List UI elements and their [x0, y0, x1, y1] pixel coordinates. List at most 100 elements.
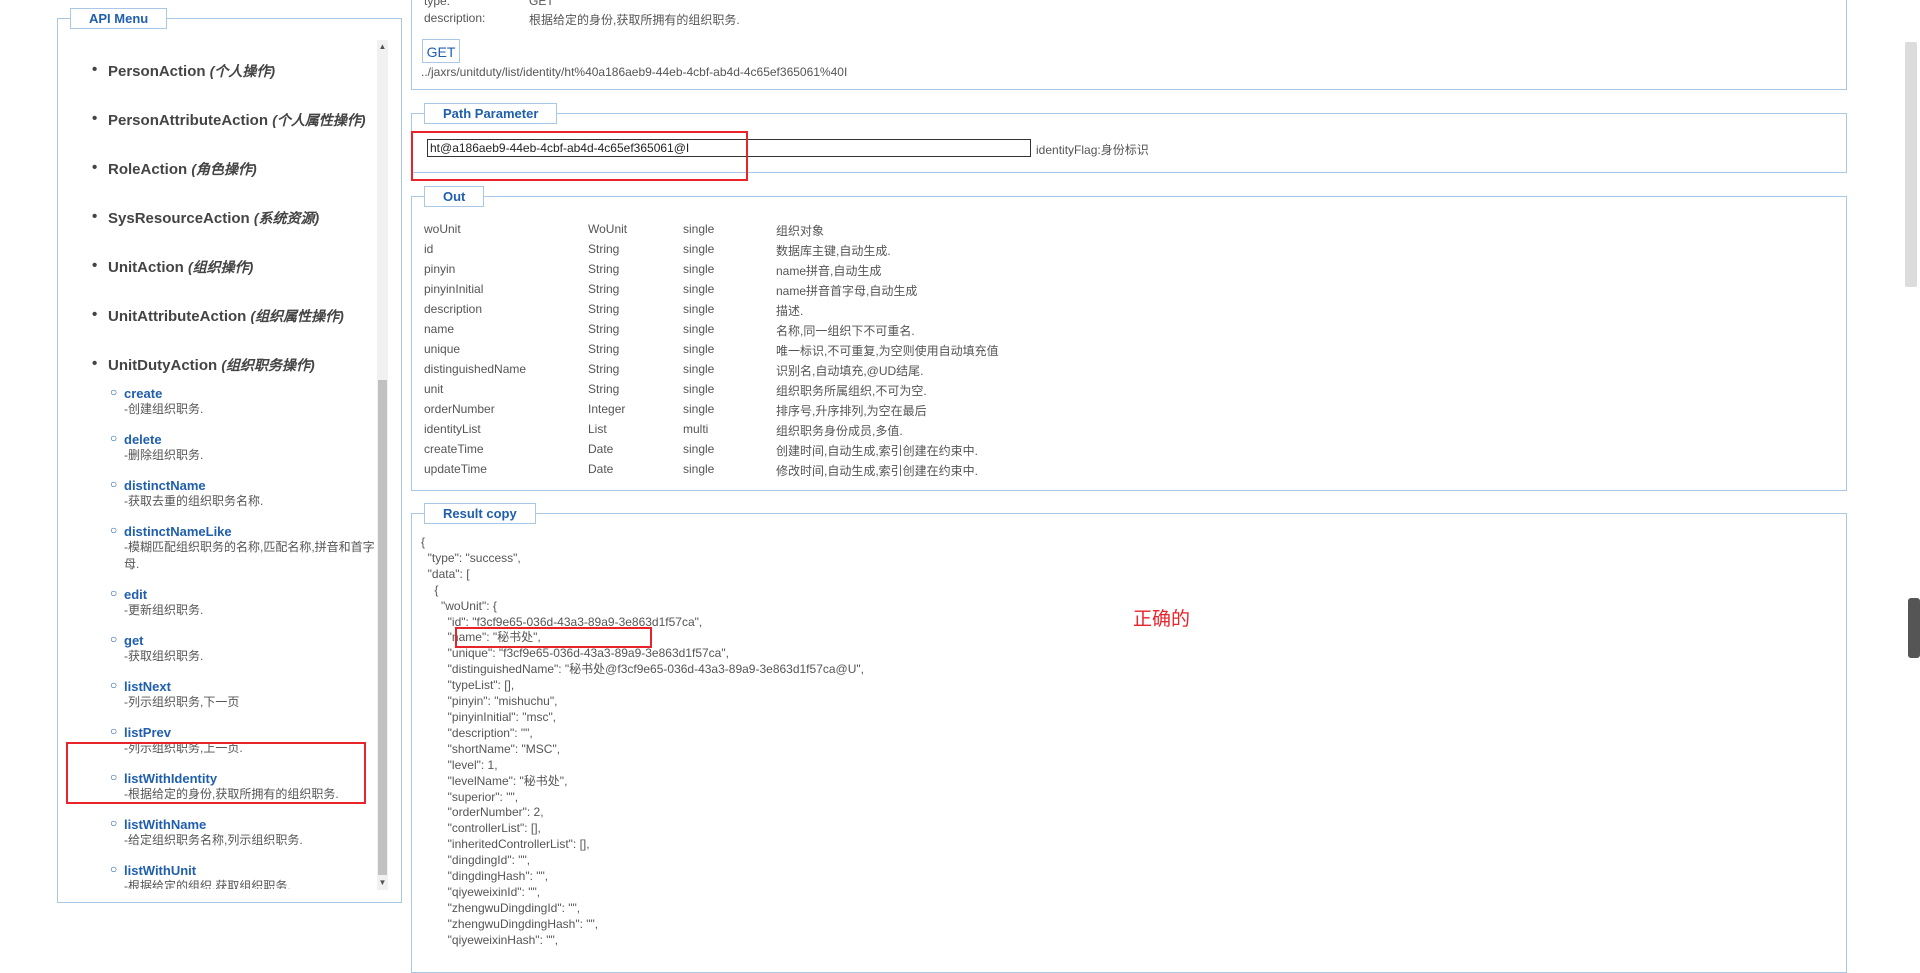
out-field-desc: 识别名,自动填充,@UD结尾.: [776, 364, 924, 378]
bullet-icon: •: [92, 159, 98, 176]
menu-item-create[interactable]: ○ create -创建组织职务.: [110, 385, 380, 418]
get-button[interactable]: GET: [422, 39, 460, 63]
bullet-icon: ○: [110, 632, 118, 646]
menu-action-unitdutyaction[interactable]: • UnitDutyAction (组织职务操作): [92, 355, 315, 375]
out-field-name: unique: [424, 342, 461, 356]
menu-item-name[interactable]: listPrev: [124, 725, 380, 740]
menu-item-name[interactable]: listNext: [124, 679, 380, 694]
menu-item-name[interactable]: delete: [124, 432, 380, 447]
out-field-type: String: [588, 362, 620, 376]
out-field-cardinality: single: [683, 302, 715, 316]
menu-item-listwithunit[interactable]: ○ listWithUnit -根据给定的组织,获取组织职务.: [110, 862, 380, 889]
bullet-icon: ○: [110, 862, 118, 876]
menu-item-edit[interactable]: ○ edit -更新组织职务.: [110, 586, 380, 619]
menu-item-desc: -获取去重的组织职务名称.: [124, 494, 264, 508]
action-name: PersonAction: [108, 63, 206, 80]
out-field-desc: 组织对象: [776, 224, 825, 238]
menu-action-unitattributeaction[interactable]: • UnitAttributeAction (组织属性操作): [92, 306, 344, 326]
action-name: SysResourceAction: [108, 210, 250, 227]
bullet-icon: ○: [110, 678, 118, 692]
menu-action-personaction[interactable]: • PersonAction (个人操作): [92, 61, 276, 81]
menu-item-name[interactable]: listWithUnit: [124, 863, 380, 878]
highlight-box-name: [455, 627, 652, 648]
menu-scrollbar[interactable]: ▲ ▼: [377, 40, 388, 890]
menu-item-desc: -获取组织职务.: [124, 649, 204, 663]
bullet-icon: •: [92, 355, 98, 372]
result-json: { "type": "success", "data": [ { "woUnit…: [421, 535, 864, 947]
out-field-cardinality: single: [683, 442, 715, 456]
menu-item-listnext[interactable]: ○ listNext -列示组织职务,下一页: [110, 678, 380, 711]
out-field-desc: 描述.: [776, 304, 804, 318]
action-cn: (个人属性操作): [272, 112, 366, 128]
out-field-type: Date: [588, 462, 614, 476]
menu-item-name[interactable]: get: [124, 633, 380, 648]
page-scrollbar-thumb[interactable]: [1905, 42, 1917, 287]
out-field-cardinality: single: [683, 262, 715, 276]
menu-item-listwithname[interactable]: ○ listWithName -给定组织职务名称,列示组织职务.: [110, 816, 380, 849]
menu-action-roleaction[interactable]: • RoleAction (角色操作): [92, 159, 257, 179]
highlight-box-input: [411, 131, 748, 181]
out-field-cardinality: single: [683, 342, 715, 356]
out-field-desc: 排序号,升序排列,为空在最后: [776, 404, 927, 418]
out-field-name: createTime: [424, 442, 484, 456]
out-field-cardinality: single: [683, 282, 715, 296]
menu-item-desc: -更新组织职务.: [124, 603, 204, 617]
out-field-name: distinguishedName: [424, 362, 527, 376]
menu-scrollbar-thumb[interactable]: [378, 380, 387, 875]
out-field-desc: 组织职务所属组织,不可为空.: [776, 384, 927, 398]
menu-item-name[interactable]: distinctNameLike: [124, 524, 380, 539]
type-value: GET: [529, 0, 554, 8]
action-name: PersonAttributeAction: [108, 112, 269, 129]
out-field-name: pinyin: [424, 262, 456, 276]
action-name: UnitAction: [108, 259, 184, 276]
bullet-icon: •: [92, 208, 98, 225]
out-field-name: identityList: [424, 422, 481, 436]
description-label: description:: [424, 11, 486, 25]
out-field-name: pinyinInitial: [424, 282, 484, 296]
menu-item-name[interactable]: distinctName: [124, 478, 380, 493]
out-field-cardinality: single: [683, 322, 715, 336]
bullet-icon: ○: [110, 523, 118, 537]
action-cn: (个人操作): [209, 63, 276, 79]
menu-item-desc: -给定组织职务名称,列示组织职务.: [124, 833, 303, 847]
side-handle[interactable]: [1908, 598, 1920, 658]
menu-item-desc: -删除组织职务.: [124, 448, 204, 462]
out-field-type: WoUnit: [588, 222, 628, 236]
out-title: Out: [424, 186, 485, 207]
scroll-up-arrow-icon[interactable]: ▲: [377, 42, 388, 52]
menu-action-unitaction[interactable]: • UnitAction (组织操作): [92, 257, 253, 277]
menu-action-sysresourceaction[interactable]: • SysResourceAction (系统资源): [92, 208, 320, 228]
menu-action-personattributeaction[interactable]: • PersonAttributeAction (个人属性操作): [92, 110, 366, 130]
action-cn: (组织职务操作): [221, 357, 315, 373]
menu-item-delete[interactable]: ○ delete -删除组织职务.: [110, 431, 380, 464]
action-name: UnitAttributeAction: [108, 308, 247, 325]
out-field-cardinality: single: [683, 462, 715, 476]
result-copy-title[interactable]: Result copy: [424, 503, 536, 524]
out-field-cardinality: single: [683, 242, 715, 256]
bullet-icon: •: [92, 257, 98, 274]
out-field-cardinality: multi: [683, 422, 709, 436]
menu-item-desc: -列示组织职务,下一页: [124, 695, 240, 709]
out-field-cardinality: single: [683, 382, 715, 396]
bullet-icon: •: [92, 306, 98, 323]
action-name: RoleAction: [108, 161, 188, 178]
type-label: type:: [424, 0, 451, 8]
menu-item-get[interactable]: ○ get -获取组织职务.: [110, 632, 380, 665]
bullet-icon: ○: [110, 431, 118, 445]
out-field-cardinality: single: [683, 362, 715, 376]
bullet-icon: ○: [110, 477, 118, 491]
menu-item-distinctnamelike[interactable]: ○ distinctNameLike -模糊匹配组织职务的名称,匹配名称,拼音和首字…: [110, 523, 380, 573]
menu-item-name[interactable]: create: [124, 386, 380, 401]
menu-item-name[interactable]: edit: [124, 587, 380, 602]
out-field-type: String: [588, 262, 620, 276]
menu-item-distinctname[interactable]: ○ distinctName -获取去重的组织职务名称.: [110, 477, 380, 510]
bullet-icon: ○: [110, 724, 118, 738]
menu-item-name[interactable]: listWithName: [124, 817, 380, 832]
menu-item-desc: -根据给定的组织,获取组织职务.: [124, 879, 291, 889]
scroll-down-arrow-icon[interactable]: ▼: [377, 878, 388, 888]
out-field-name: unit: [424, 382, 444, 396]
bullet-icon: •: [92, 61, 98, 78]
page-scrollbar[interactable]: [1903, 0, 1920, 943]
out-field-type: Integer: [588, 402, 626, 416]
action-cn: (系统资源): [253, 210, 320, 226]
